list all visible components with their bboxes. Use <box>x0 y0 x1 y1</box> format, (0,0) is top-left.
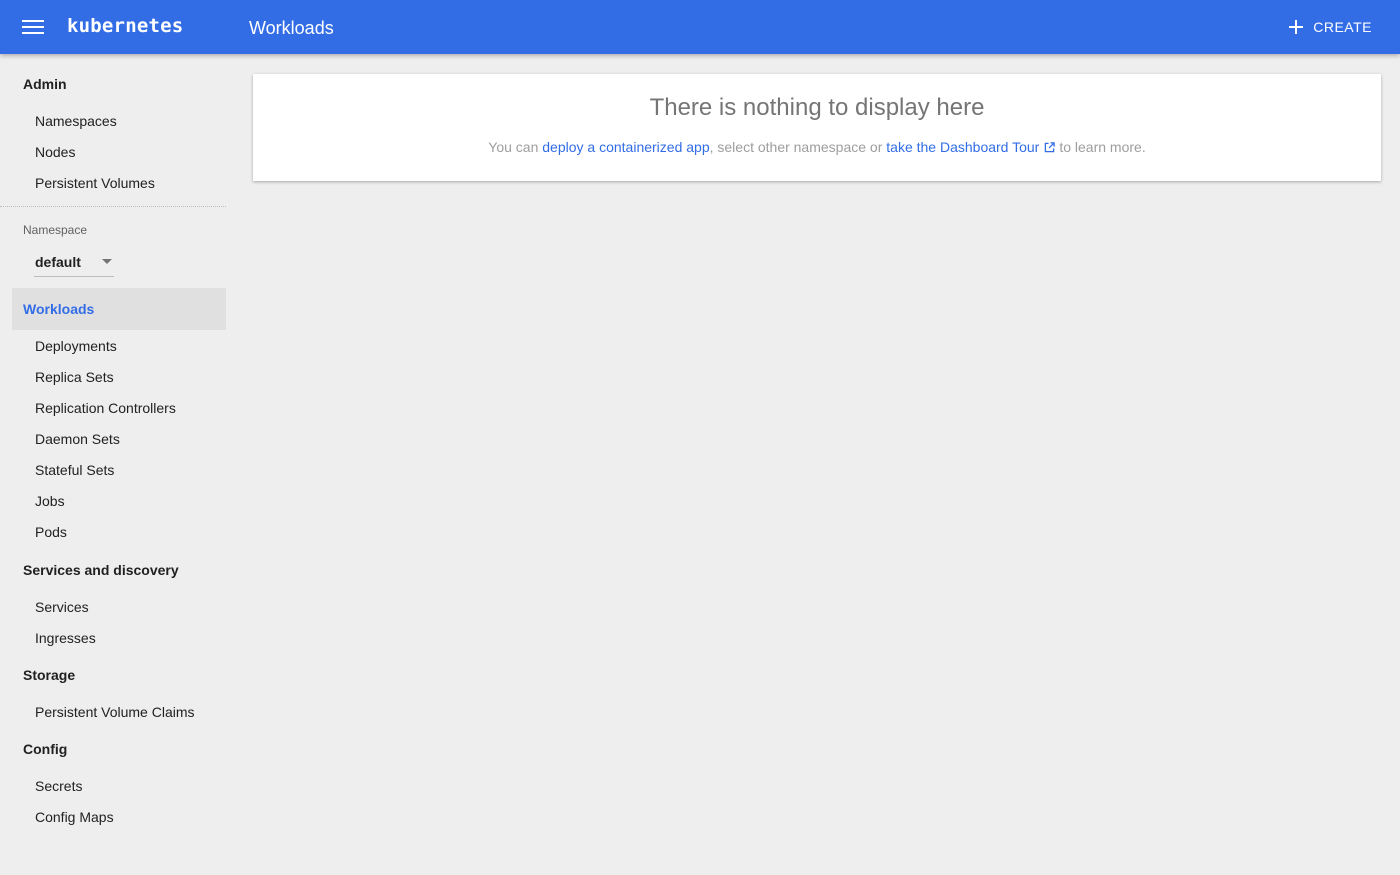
sidebar-item-secrets[interactable]: Secrets <box>35 778 82 794</box>
sidebar-item-workloads-label: Workloads <box>23 301 95 317</box>
sidebar-item-pods[interactable]: Pods <box>35 524 67 540</box>
hamburger-menu-icon[interactable] <box>22 17 44 37</box>
create-button-label: CREATE <box>1313 19 1372 35</box>
empty-state-card: There is nothing to display here You can… <box>253 74 1381 181</box>
sidebar-item-persistent-volume-claims[interactable]: Persistent Volume Claims <box>35 704 195 720</box>
sidebar-item-daemon-sets[interactable]: Daemon Sets <box>35 431 120 447</box>
empty-state-text-prefix: You can <box>488 139 543 155</box>
namespace-label: Namespace <box>23 223 88 237</box>
deploy-app-link[interactable]: deploy a containerized app <box>542 139 709 155</box>
dashboard-tour-link[interactable]: take the Dashboard Tour <box>886 139 1039 155</box>
page-title: Workloads <box>249 18 334 38</box>
external-link-icon[interactable] <box>1044 142 1056 153</box>
sidebar-item-namespaces[interactable]: Namespaces <box>35 113 117 129</box>
empty-state-title: There is nothing to display here <box>649 94 985 121</box>
top-app-bar: kubernetes Workloads CREATE <box>0 0 1400 54</box>
create-button[interactable]: CREATE <box>1289 12 1372 42</box>
sidebar-item-config-maps[interactable]: Config Maps <box>35 809 114 825</box>
sidebar-heading-services-and-discovery[interactable]: Services and discovery <box>23 562 179 578</box>
sidebar-item-replication-controllers[interactable]: Replication Controllers <box>35 400 176 416</box>
namespace-select[interactable]: default <box>34 250 114 277</box>
sidebar-item-stateful-sets[interactable]: Stateful Sets <box>35 462 114 478</box>
sidebar-heading-storage[interactable]: Storage <box>23 667 75 683</box>
plus-icon <box>1289 20 1304 34</box>
sidebar-divider <box>0 206 226 207</box>
empty-state-message: You can deploy a containerized app, sele… <box>253 139 1381 155</box>
sidebar-nav: Admin Namespaces Nodes Persistent Volume… <box>0 54 226 875</box>
sidebar-item-services[interactable]: Services <box>35 599 89 615</box>
sidebar-item-replica-sets[interactable]: Replica Sets <box>35 369 114 385</box>
sidebar-heading-admin[interactable]: Admin <box>23 76 67 92</box>
sidebar-item-jobs[interactable]: Jobs <box>35 493 65 509</box>
namespace-value: default <box>35 254 81 270</box>
empty-state-text-middle: , select other namespace or <box>709 139 887 155</box>
sidebar-item-nodes[interactable]: Nodes <box>35 144 75 160</box>
sidebar-item-ingresses[interactable]: Ingresses <box>35 630 96 646</box>
sidebar-item-persistent-volumes[interactable]: Persistent Volumes <box>35 175 155 191</box>
sidebar-heading-config[interactable]: Config <box>23 741 67 757</box>
sidebar-item-workloads[interactable]: Workloads <box>12 288 226 330</box>
sidebar-item-deployments[interactable]: Deployments <box>35 338 117 354</box>
kubernetes-logo[interactable]: kubernetes <box>67 15 183 37</box>
empty-state-text-suffix: to learn more. <box>1059 139 1146 155</box>
dropdown-arrow-icon <box>102 259 112 264</box>
